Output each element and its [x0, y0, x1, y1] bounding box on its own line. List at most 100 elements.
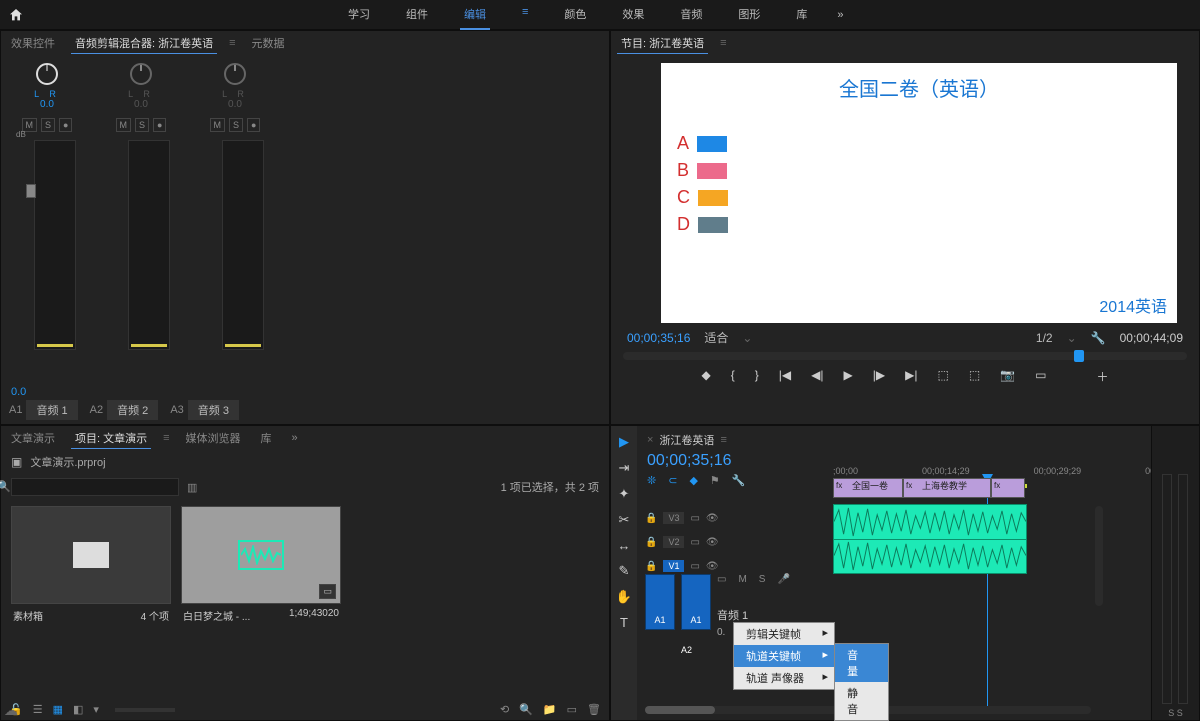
- a-patch-1[interactable]: A1: [645, 574, 675, 630]
- a1-mic-icon[interactable]: 🎤: [777, 574, 789, 585]
- vclip-0[interactable]: fx全国一卷: [833, 478, 903, 498]
- compare-icon[interactable]: ▭: [1035, 368, 1046, 385]
- timeline-v-scrollbar[interactable]: [1095, 506, 1103, 606]
- settings-icon[interactable]: 🔧: [1091, 331, 1106, 345]
- ctx-clip-keyframes[interactable]: 剪辑关键帧▸: [734, 623, 834, 645]
- play-icon[interactable]: ▶: [844, 368, 853, 385]
- ws-audio[interactable]: 音频: [676, 0, 706, 30]
- program-canvas[interactable]: 全国二卷（英语） A B C D 2014英语: [661, 63, 1177, 323]
- track-select-tool-icon[interactable]: ⇥: [619, 460, 630, 476]
- ws-effects[interactable]: 效果: [618, 0, 648, 30]
- export-frame-icon[interactable]: 📷: [1000, 368, 1015, 385]
- marker-add-icon[interactable]: ◆: [689, 474, 697, 487]
- vclip-2[interactable]: fx: [991, 478, 1025, 498]
- sequence-name[interactable]: 浙江卷英语: [659, 432, 714, 448]
- step-fwd-icon[interactable]: |▶: [873, 368, 885, 385]
- home-icon[interactable]: [8, 7, 24, 23]
- rec-3[interactable]: ●: [247, 118, 260, 132]
- ptab-overflow[interactable]: »: [292, 432, 298, 444]
- program-scrubber[interactable]: [623, 352, 1187, 360]
- tab-audio-clip-mixer[interactable]: 音频剪辑混合器: 浙江卷英语: [71, 33, 217, 54]
- zoom-select[interactable]: 1/2: [1036, 331, 1053, 345]
- automate-icon[interactable]: ⟲: [500, 703, 509, 716]
- a1-solo[interactable]: S: [759, 574, 766, 585]
- a-patch-3[interactable]: A2: [681, 644, 692, 656]
- a-patch-2[interactable]: A1: [681, 574, 711, 630]
- trash-icon[interactable]: 🗑: [587, 703, 601, 716]
- lift-icon[interactable]: ⬚: [937, 368, 948, 385]
- linked-sel-icon[interactable]: ⊂: [668, 474, 677, 487]
- ws-learn[interactable]: 学习: [344, 0, 374, 30]
- program-playhead[interactable]: [1074, 350, 1084, 362]
- find-icon[interactable]: 🔍: [519, 703, 533, 716]
- vclip-1[interactable]: fx上海卷教学: [903, 478, 991, 498]
- filter-bin-icon[interactable]: ▥: [187, 481, 197, 494]
- v2-eye-icon[interactable]: 👁: [706, 537, 719, 548]
- ripple-tool-icon[interactable]: ✦: [619, 486, 630, 502]
- goto-out-icon[interactable]: ▶|: [905, 368, 917, 385]
- fit-select[interactable]: 适合: [704, 329, 728, 346]
- a1-mute[interactable]: M: [738, 574, 746, 585]
- marker-icon[interactable]: ◆: [702, 368, 711, 385]
- bin-item-audio[interactable]: ▭ 白日梦之城 - ...1;49;43020: [181, 506, 341, 627]
- rec-1[interactable]: ●: [59, 118, 72, 132]
- v3-eye-icon[interactable]: 👁: [706, 513, 719, 524]
- zoom-chevron-icon[interactable]: ⌄: [1067, 331, 1077, 345]
- program-menu-icon[interactable]: ≡: [720, 37, 726, 49]
- wrench-icon[interactable]: 🔧: [732, 474, 746, 487]
- bin-item-folder[interactable]: 素材箱4 个项: [11, 506, 171, 627]
- freeform-view-icon[interactable]: ◧: [73, 703, 83, 716]
- ws-library[interactable]: 库: [792, 0, 811, 30]
- thumb-size-slider[interactable]: [115, 708, 175, 712]
- solo-2[interactable]: S: [135, 118, 149, 132]
- type-tool-icon[interactable]: T: [620, 615, 628, 630]
- pan-value-3[interactable]: 0.0: [228, 99, 242, 110]
- list-view-icon[interactable]: ☰: [33, 703, 43, 716]
- out-icon[interactable]: }: [755, 368, 759, 385]
- tab-metadata[interactable]: 元数据: [248, 33, 289, 53]
- a1-toggle-icon[interactable]: ▭: [717, 574, 726, 585]
- track-name-a1[interactable]: 音频 1: [26, 400, 77, 420]
- pan-value-1[interactable]: 0.0: [40, 99, 54, 110]
- ws-edit[interactable]: 编辑: [460, 0, 490, 30]
- icon-view-icon[interactable]: ▦: [53, 703, 63, 716]
- program-tab[interactable]: 节目: 浙江卷英语: [617, 33, 708, 54]
- ws-assembly[interactable]: 组件: [402, 0, 432, 30]
- panel-menu-icon[interactable]: ≡: [229, 37, 235, 49]
- goto-in-icon[interactable]: |◀: [779, 368, 791, 385]
- extract-icon[interactable]: ⬚: [969, 368, 980, 385]
- tl-settings-icon[interactable]: ⚑: [710, 474, 720, 487]
- ws-edit-menu[interactable]: ≡: [518, 0, 532, 30]
- fit-chevron-icon[interactable]: ⌄: [742, 331, 752, 345]
- snap-icon[interactable]: ❊: [647, 474, 656, 487]
- seq-menu-icon[interactable]: ≡: [720, 434, 726, 446]
- ptab-libraries[interactable]: 库: [257, 428, 276, 448]
- new-bin-icon[interactable]: 📁: [543, 703, 557, 716]
- program-timecode[interactable]: 00;00;35;16: [627, 331, 690, 345]
- timeline-zoom-handle[interactable]: [645, 706, 715, 714]
- search-input[interactable]: [11, 478, 179, 496]
- lock-v1[interactable]: 🔒: [645, 561, 657, 572]
- master-value[interactable]: 0.0: [11, 386, 26, 398]
- v3-toggle[interactable]: ▭: [690, 513, 699, 524]
- ctx-sub-volume[interactable]: 音量: [835, 644, 888, 682]
- lock-v2[interactable]: 🔒: [645, 537, 657, 548]
- selection-tool-icon[interactable]: ▶: [619, 434, 629, 450]
- meter-solo-label[interactable]: S S: [1152, 708, 1199, 718]
- razor-tool-icon[interactable]: ✂: [619, 512, 630, 528]
- mute-3[interactable]: M: [210, 118, 226, 132]
- new-item-icon[interactable]: ▭: [567, 703, 577, 716]
- cloud-sync-icon[interactable]: ☁: [4, 702, 18, 719]
- v3-badge[interactable]: V3: [663, 512, 684, 524]
- v2-badge[interactable]: V2: [663, 536, 684, 548]
- ctx-track-keyframes[interactable]: 轨道关键帧▸: [734, 645, 834, 667]
- pan-value-2[interactable]: 0.0: [134, 99, 148, 110]
- v1-toggle[interactable]: ▭: [690, 561, 699, 572]
- project-menu-icon[interactable]: ≡: [163, 432, 169, 444]
- lock-v3[interactable]: 🔒: [645, 513, 657, 524]
- button-editor-icon[interactable]: ＋: [1096, 368, 1108, 385]
- ptab-project[interactable]: 项目: 文章演示: [71, 428, 151, 449]
- pan-knob-2[interactable]: [130, 63, 152, 85]
- in-icon[interactable]: {: [731, 368, 735, 385]
- ws-color[interactable]: 颜色: [560, 0, 590, 30]
